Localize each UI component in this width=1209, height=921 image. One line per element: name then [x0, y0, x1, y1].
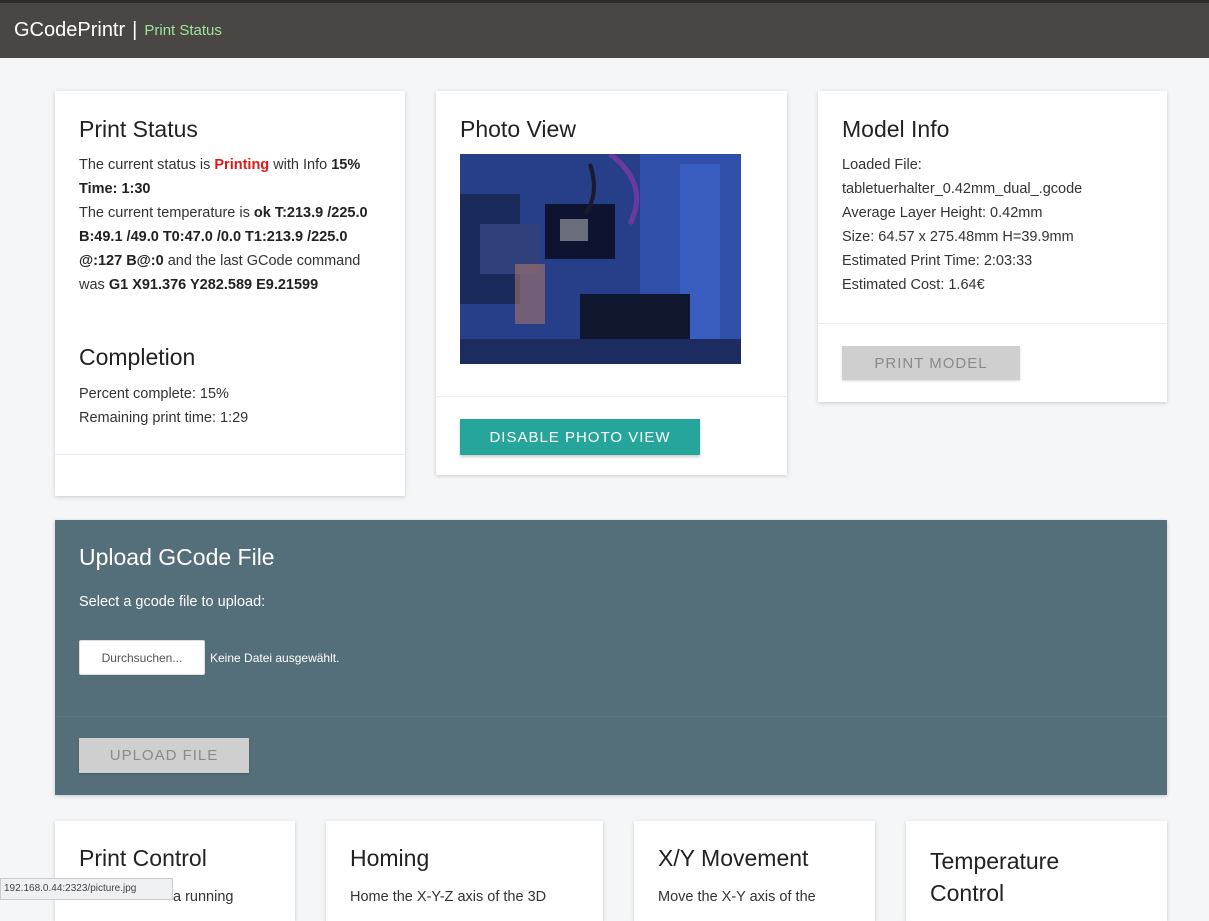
- top-navbar: GCodePrintr | Print Status: [0, 0, 1209, 58]
- temperature-control-title: Temperature Control: [930, 845, 1059, 909]
- temperature-control-card: Temperature Control: [906, 821, 1167, 921]
- print-status-card: Print Status The current status is Print…: [55, 91, 405, 496]
- card-divider: [818, 323, 1167, 324]
- photo-view-card: Photo View DISABLE PHOTO VIEW: [436, 91, 787, 475]
- status-value: Printing: [214, 157, 270, 173]
- completion-title: Completion: [79, 344, 196, 370]
- temperature-title-line2: Control: [930, 880, 1005, 906]
- disable-photo-view-button[interactable]: DISABLE PHOTO VIEW: [460, 419, 700, 455]
- card-divider: [55, 716, 1167, 717]
- temperature-title-line1: Temperature: [930, 848, 1060, 874]
- percent-complete: Percent complete: 15%: [79, 386, 229, 402]
- last-gcode-value: G1 X91.376 Y282.589 E9.21599: [108, 277, 319, 293]
- print-control-text: a running: [173, 889, 234, 905]
- browse-file-button[interactable]: Durchsuchen...: [79, 640, 205, 675]
- no-file-selected-text: Keine Datei ausgewählt.: [210, 651, 340, 665]
- model-info-title: Model Info: [842, 116, 950, 142]
- browser-status-url: 192.168.0.44:2323/picture.jpg: [0, 878, 173, 900]
- print-control-card: Print Control a running: [55, 821, 295, 921]
- status-prefix: The current status is: [79, 157, 215, 173]
- app-title[interactable]: GCodePrintr: [14, 19, 125, 42]
- remaining-time: Remaining print time: 1:29: [79, 410, 249, 426]
- status-suffix: with Info: [269, 157, 328, 173]
- xy-movement-card: X/Y Movement Move the X-Y axis of the: [634, 821, 875, 921]
- print-control-title: Print Control: [79, 845, 207, 871]
- layer-height: Average Layer Height: 0.42mm: [842, 205, 1043, 221]
- model-size: Size: 64.57 x 275.48mm H=39.9mm: [842, 229, 1074, 245]
- estimated-cost: Estimated Cost: 1.64€: [842, 277, 985, 293]
- loaded-file-name: tabletuerhalter_0.42mm_dual_.gcode: [842, 181, 1083, 197]
- homing-title: Homing: [350, 845, 430, 871]
- breadcrumb-print-status[interactable]: Print Status: [144, 22, 222, 39]
- card-divider: [55, 454, 405, 455]
- model-info-card: Model Info Loaded File: tabletuerhalter_…: [818, 91, 1167, 402]
- title-separator: |: [132, 19, 138, 41]
- upload-gcode-card: Upload GCode File Select a gcode file to…: [55, 520, 1167, 795]
- xy-movement-text: Move the X-Y axis of the: [658, 889, 816, 905]
- print-status-text: The current status is Printing with Info…: [79, 153, 384, 297]
- print-model-button[interactable]: PRINT MODEL: [842, 346, 1020, 380]
- upload-title: Upload GCode File: [79, 544, 275, 570]
- printer-camera-image: [460, 154, 741, 364]
- xy-movement-title: X/Y Movement: [658, 845, 809, 871]
- upload-file-button[interactable]: UPLOAD FILE: [79, 738, 249, 773]
- upload-instructions: Select a gcode file to upload:: [79, 594, 266, 610]
- estimated-print-time: Estimated Print Time: 2:03:33: [842, 253, 1033, 269]
- card-divider: [436, 396, 787, 397]
- temperature-prefix: The current temperature is: [79, 205, 254, 221]
- homing-card: Homing Home the X-Y-Z axis of the 3D: [326, 821, 603, 921]
- photo-view-title: Photo View: [460, 116, 576, 142]
- loaded-file-label: Loaded File:: [842, 157, 922, 173]
- print-status-title: Print Status: [79, 116, 198, 142]
- homing-text: Home the X-Y-Z axis of the 3D: [350, 889, 547, 905]
